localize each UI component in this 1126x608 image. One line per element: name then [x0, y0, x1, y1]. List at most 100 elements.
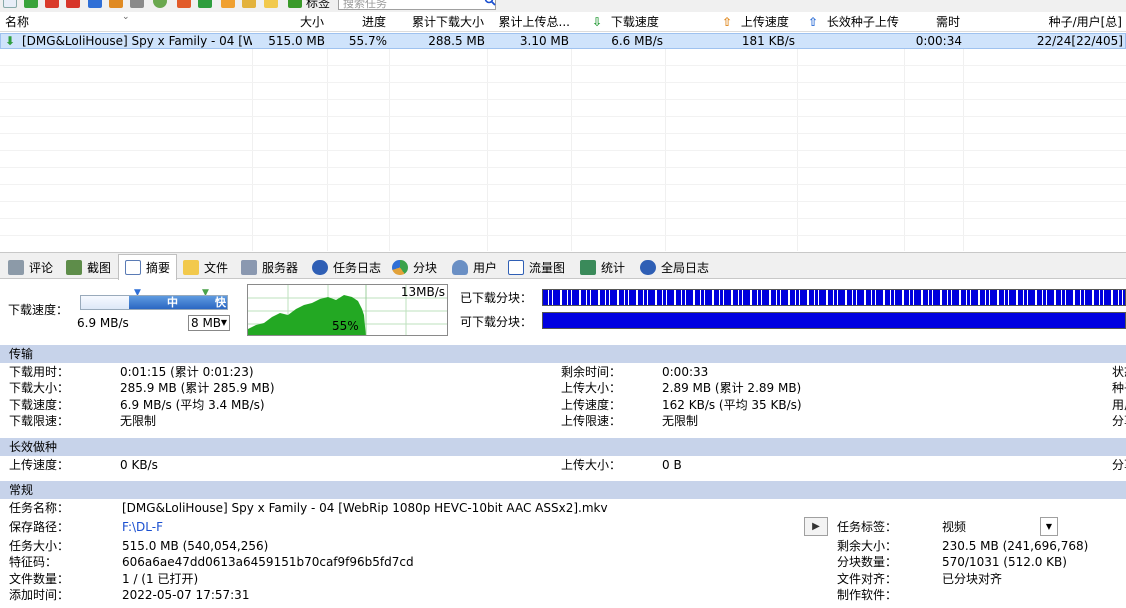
seed-up-size-label: 上传大小：	[561, 458, 622, 472]
speed-limit-select[interactable]: 8 MB ▼	[188, 315, 230, 331]
pieces-value: 570/1031 (512.0 KB)	[942, 555, 1067, 569]
transfer-label: 下载用时：	[9, 365, 70, 379]
tag-dropdown-button[interactable]: ▼	[1040, 517, 1058, 536]
transfer-edge-label: 用户	[1112, 398, 1126, 412]
chevron-down-icon: ▼	[220, 318, 227, 327]
downloaded-pieces-bar	[542, 289, 1126, 306]
download-icon[interactable]	[198, 0, 212, 8]
transfer-value: 无限制	[120, 414, 157, 428]
start-icon[interactable]	[24, 0, 38, 8]
play-button[interactable]: ▶	[804, 517, 828, 536]
task-tag-value: 视频	[942, 520, 967, 534]
section-seeding: 长效做种	[0, 438, 1126, 456]
section-general: 常规	[0, 481, 1126, 499]
search-input[interactable]: 搜索任务	[338, 0, 496, 10]
transfer-label: 上传速度：	[561, 398, 622, 412]
column-progress[interactable]: 进度	[328, 12, 386, 32]
tab-pieces[interactable]: 分块	[386, 256, 443, 278]
column-seed-upload[interactable]: ⇧ 长效种子上传	[808, 12, 904, 32]
current-speed: 6.9 MB/s	[77, 316, 129, 330]
pie-icon	[392, 259, 408, 275]
rss-icon[interactable]	[177, 0, 191, 8]
up-arrow-icon: ⇧	[722, 15, 733, 29]
folder-icon[interactable]	[264, 0, 278, 8]
transfer-value: 2.89 MB (累计 2.89 MB)	[662, 381, 802, 395]
user-icon	[452, 259, 468, 275]
tab-peers[interactable]: 用户	[446, 256, 503, 278]
transfer-label: 下载限速：	[9, 414, 70, 428]
chevron-down-icon: ▼	[1045, 522, 1053, 531]
down-arrow-icon: ⇩	[592, 15, 603, 29]
file-icon	[183, 259, 199, 275]
tab-screenshots[interactable]: 截图	[60, 256, 117, 278]
delete-icon[interactable]	[66, 0, 80, 8]
detail-tabs: 评论 截图 摘要 文件 服务器 任务日志 分块 用户 流量图 统计 全局日志	[0, 252, 1126, 280]
save-path-label: 保存路径：	[9, 520, 70, 534]
speed-panel: 下载速度： ▼ ▼ 中 快 6.9 MB/s 8 MB ▼ 13MB/s 55%…	[0, 280, 1126, 344]
sort-icon[interactable]	[130, 0, 144, 8]
column-peers[interactable]: 种子/用户[总]	[966, 12, 1122, 32]
move-down-icon[interactable]	[109, 0, 123, 8]
available-pieces-label: 可下载分块：	[460, 315, 533, 329]
schedule-icon[interactable]	[153, 0, 167, 8]
move-up-icon[interactable]	[88, 0, 102, 8]
table-row[interactable]: ⬇ [DMG&LoliHouse] Spy x Family - 04 [W..…	[0, 33, 1126, 49]
hash-value: 606a6ae47dd0613a6459151b70caf9f96b5fd7cd	[122, 555, 414, 569]
transfer-value: 162 KB/s (平均 35 KB/s)	[662, 398, 802, 412]
tab-trackers[interactable]: 服务器	[235, 256, 304, 278]
transfer-edge-label: 分享	[1112, 414, 1126, 428]
tab-traffic-graph[interactable]: 流量图	[502, 256, 571, 278]
plugin-icon[interactable]	[242, 0, 256, 8]
transfer-edge-label: 状态	[1112, 365, 1126, 379]
tag-button[interactable]: 标签	[288, 0, 330, 10]
tab-comments[interactable]: 评论	[2, 256, 59, 278]
feed-icon[interactable]	[221, 0, 235, 8]
tab-statistics[interactable]: 统计	[574, 256, 631, 278]
graph-max-label: 13MB/s	[400, 285, 445, 299]
tab-summary[interactable]: 摘要	[118, 254, 178, 280]
column-size[interactable]: 大小	[252, 12, 324, 32]
task-uploaded: 3.10 MB	[519, 34, 569, 48]
column-up-speed[interactable]: ⇧ 上传速度	[722, 12, 794, 32]
speed-limit-slider[interactable]: 中 快	[80, 295, 228, 310]
sort-arrow-icon: ⌄	[122, 12, 130, 22]
downloaded-pieces-label: 已下载分块：	[460, 291, 533, 305]
file-align-label: 文件对齐：	[837, 572, 898, 586]
column-down-speed[interactable]: ⇩ 下载速度	[592, 12, 664, 32]
task-downloaded: 288.5 MB	[428, 34, 485, 48]
graph-percent-label: 55%	[332, 319, 359, 333]
play-icon: ▶	[812, 521, 820, 532]
tag-icon	[288, 0, 302, 8]
stats-icon	[580, 259, 596, 275]
file-count-value: 1 / (1 已打开)	[122, 572, 199, 586]
available-pieces-bar	[542, 312, 1126, 329]
toolbar: 标签 搜索任务	[0, 0, 1126, 12]
download-speed-label: 下载速度：	[8, 303, 69, 317]
column-downloaded[interactable]: 累计下载大小	[394, 12, 484, 32]
section-transfer: 传输	[0, 345, 1126, 363]
stop-icon[interactable]	[45, 0, 59, 8]
seed-edge-label: 分享	[1112, 458, 1126, 472]
task-tag-label: 任务标签：	[837, 520, 898, 534]
transfer-label: 上传限速：	[561, 414, 622, 428]
task-list[interactable]: ⬇ [DMG&LoliHouse] Spy x Family - 04 [W..…	[0, 33, 1126, 251]
comment-icon	[8, 259, 24, 275]
new-task-icon[interactable]	[3, 0, 17, 8]
remaining-label: 剩余大小：	[837, 539, 898, 553]
column-name[interactable]: 名称	[5, 12, 125, 32]
column-eta[interactable]: 需时	[908, 12, 960, 32]
save-path-link[interactable]: F:\DL-F	[122, 519, 163, 536]
tab-task-log[interactable]: 任务日志	[306, 256, 387, 278]
search-icon[interactable]	[484, 0, 496, 6]
tag-label: 标签	[306, 0, 331, 10]
transfer-label: 下载速度：	[9, 398, 70, 412]
transfer-label: 剩余时间：	[561, 365, 622, 379]
task-down-speed: 6.6 MB/s	[611, 34, 663, 48]
file-count-label: 文件数量：	[9, 572, 70, 586]
tab-files[interactable]: 文件	[177, 256, 234, 278]
column-uploaded[interactable]: 累计上传总...	[490, 12, 570, 32]
task-name-label: 任务名称：	[9, 501, 70, 515]
tab-global-log[interactable]: 全局日志	[634, 256, 715, 278]
up-arrow-icon: ⇧	[808, 15, 819, 29]
transfer-edge-label: 种子	[1112, 381, 1126, 395]
